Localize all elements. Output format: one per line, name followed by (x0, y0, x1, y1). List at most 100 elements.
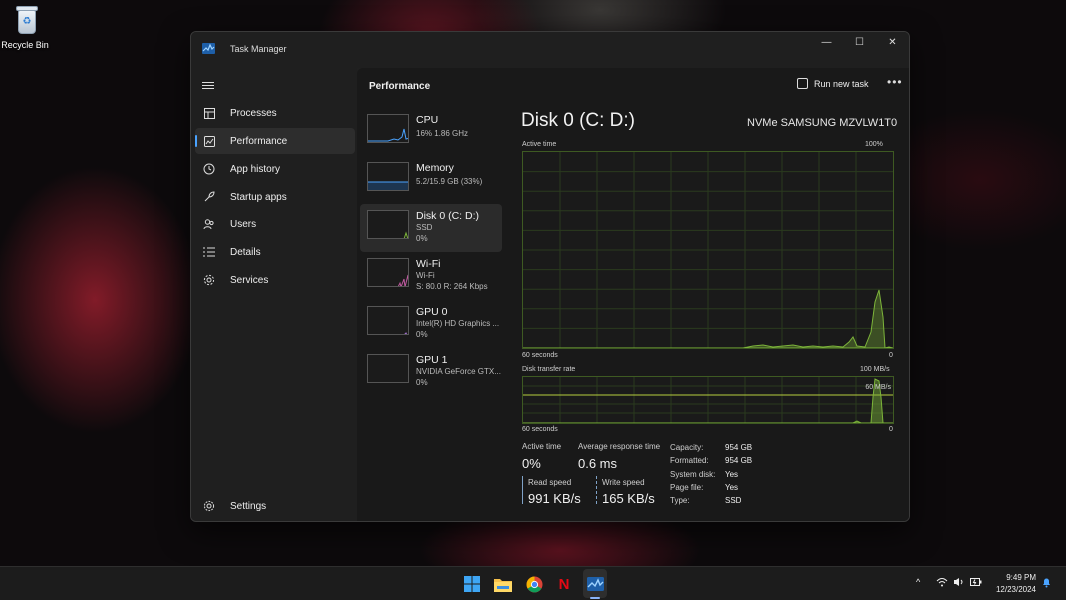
property-value: Yes (725, 470, 739, 479)
transfer-x-end: 0 (889, 426, 893, 433)
device-memory[interactable]: Memory 5.2/15.9 GB (33%) (360, 156, 502, 204)
active-time-stat-label: Active time (522, 442, 562, 451)
nav-item-performance[interactable]: Performance (195, 128, 355, 154)
title-bar[interactable]: Task Manager — ☐ ✕ (191, 32, 909, 68)
write-speed-indicator (596, 476, 597, 504)
device-cpu[interactable]: CPU 16% 1.86 GHz (360, 108, 502, 156)
run-new-task-label: Run new task (814, 78, 869, 89)
device-name: GPU 1 (416, 354, 448, 366)
nav-item-startup-apps[interactable]: Startup apps (195, 184, 355, 210)
device-detail: Wi-Fi (416, 271, 435, 280)
property-key: Page file: (670, 483, 704, 492)
nav-item-processes[interactable]: Processes (195, 100, 355, 126)
nav-item-app-history[interactable]: App history (195, 156, 355, 182)
taskbar: N ^ 9:49 PM 12/23/2024 (0, 566, 1066, 600)
nav-item-details[interactable]: Details (195, 239, 355, 265)
wifi-thumbnail-graph (367, 258, 409, 287)
device-usage: 0% (416, 330, 428, 339)
transfer-graph-mid-label: 60 MB/s (865, 384, 891, 391)
task-manager-app-icon (202, 43, 215, 54)
gpu0-thumbnail-graph (367, 306, 409, 335)
property-value: SSD (725, 496, 742, 505)
property-key: Formatted: (670, 456, 709, 465)
transfer-graph-label: Disk transfer rate (522, 366, 576, 373)
more-options-button[interactable]: ••• (887, 75, 903, 89)
device-disk-0[interactable]: Disk 0 (C: D:) SSD 0% (360, 204, 502, 252)
minimize-button[interactable]: — (810, 32, 843, 52)
clock-time: 9:49 PM (1006, 573, 1036, 582)
notifications-bell-icon[interactable] (1041, 577, 1052, 590)
nav-label-app-history: App history (230, 163, 281, 175)
tray-overflow-chevron-icon[interactable]: ^ (916, 577, 920, 587)
nav-item-users[interactable]: Users (195, 211, 355, 237)
device-detail: 5.2/15.9 GB (33%) (416, 177, 483, 186)
nav-item-services[interactable]: Services (195, 267, 355, 293)
device-detail: SSD (416, 223, 433, 232)
active-app-indicator (590, 597, 600, 599)
device-name: Memory (416, 162, 454, 174)
gpu1-thumbnail-graph (367, 354, 409, 383)
read-speed-value: 991 KB/s (528, 491, 581, 506)
cpu-thumbnail-graph (367, 114, 409, 143)
task-manager-icon[interactable] (585, 574, 605, 594)
device-name: GPU 0 (416, 306, 448, 318)
close-button[interactable]: ✕ (876, 32, 909, 52)
recycle-bin-icon: ♻ (13, 4, 41, 36)
transfer-x-start: 60 seconds (522, 426, 558, 433)
avg-response-value: 0.6 ms (578, 456, 618, 471)
wifi-icon[interactable] (936, 577, 948, 589)
performance-icon (202, 134, 216, 148)
recycle-bin-shortcut[interactable]: ♻ Recycle Bin (1, 4, 50, 50)
write-speed-value: 165 KB/s (602, 491, 655, 506)
nav-label-startup-apps: Startup apps (230, 191, 287, 203)
recycle-bin-label: Recycle Bin (1, 40, 49, 50)
device-name: Wi-Fi (416, 258, 441, 270)
device-wifi[interactable]: Wi-Fi Wi-Fi S: 80.0 R: 264 Kbps (360, 252, 502, 300)
nav-item-settings[interactable]: Settings (195, 493, 355, 519)
nav-label-settings: Settings (230, 500, 267, 512)
nav-label-services: Services (230, 274, 269, 286)
performance-page: Performance Run new task ••• CPU 16% 1.8… (357, 68, 909, 521)
task-manager-window: Task Manager — ☐ ✕ Processes Performance… (190, 31, 910, 522)
read-speed-indicator (522, 476, 523, 504)
device-usage: 0% (416, 234, 428, 243)
disk-model: NVMe SAMSUNG MZVLW1T0 (747, 117, 898, 129)
disk-title: Disk 0 (C: D:) (521, 110, 635, 131)
chrome-icon[interactable] (524, 574, 544, 594)
property-key: Capacity: (670, 443, 704, 452)
write-speed-label: Write speed (602, 478, 645, 487)
property-key: System disk: (670, 470, 716, 479)
startup-apps-icon (202, 190, 216, 204)
file-explorer-icon[interactable] (493, 574, 513, 594)
processes-icon (202, 106, 216, 120)
memory-thumbnail-graph (367, 162, 409, 191)
nav-label-details: Details (230, 246, 261, 258)
battery-icon[interactable] (970, 577, 982, 589)
avg-response-label: Average response time (578, 442, 661, 451)
services-icon (202, 273, 216, 287)
run-new-task-button[interactable]: Run new task (797, 78, 869, 89)
settings-gear-icon (202, 499, 216, 513)
device-gpu-0[interactable]: GPU 0 Intel(R) HD Graphics ... 0% (360, 300, 502, 348)
nav-label-processes: Processes (230, 107, 277, 119)
page-title: Performance (369, 81, 431, 92)
hamburger-menu-icon[interactable] (202, 80, 214, 91)
details-icon (202, 245, 216, 259)
transfer-graph-max: 100 MB/s (860, 366, 890, 373)
netflix-icon[interactable]: N (554, 574, 574, 594)
app-history-icon (202, 162, 216, 176)
property-value: Yes (725, 483, 739, 492)
device-detail: 16% 1.86 GHz (416, 129, 469, 138)
active-time-stat-value: 0% (522, 456, 541, 471)
active-time-x-start: 60 seconds (522, 352, 558, 359)
clock-date: 12/23/2024 (995, 585, 1036, 594)
device-gpu-1[interactable]: GPU 1 NVIDIA GeForce GTX... 0% (360, 348, 502, 396)
active-time-x-end: 0 (889, 352, 893, 359)
volume-icon[interactable] (953, 577, 965, 589)
clock[interactable]: 9:49 PM 12/23/2024 (996, 572, 1036, 596)
users-icon (202, 217, 216, 231)
windows-start-icon[interactable] (462, 574, 482, 594)
property-value: 954 GB (725, 456, 753, 465)
run-task-icon (797, 78, 808, 89)
maximize-button[interactable]: ☐ (843, 32, 876, 52)
